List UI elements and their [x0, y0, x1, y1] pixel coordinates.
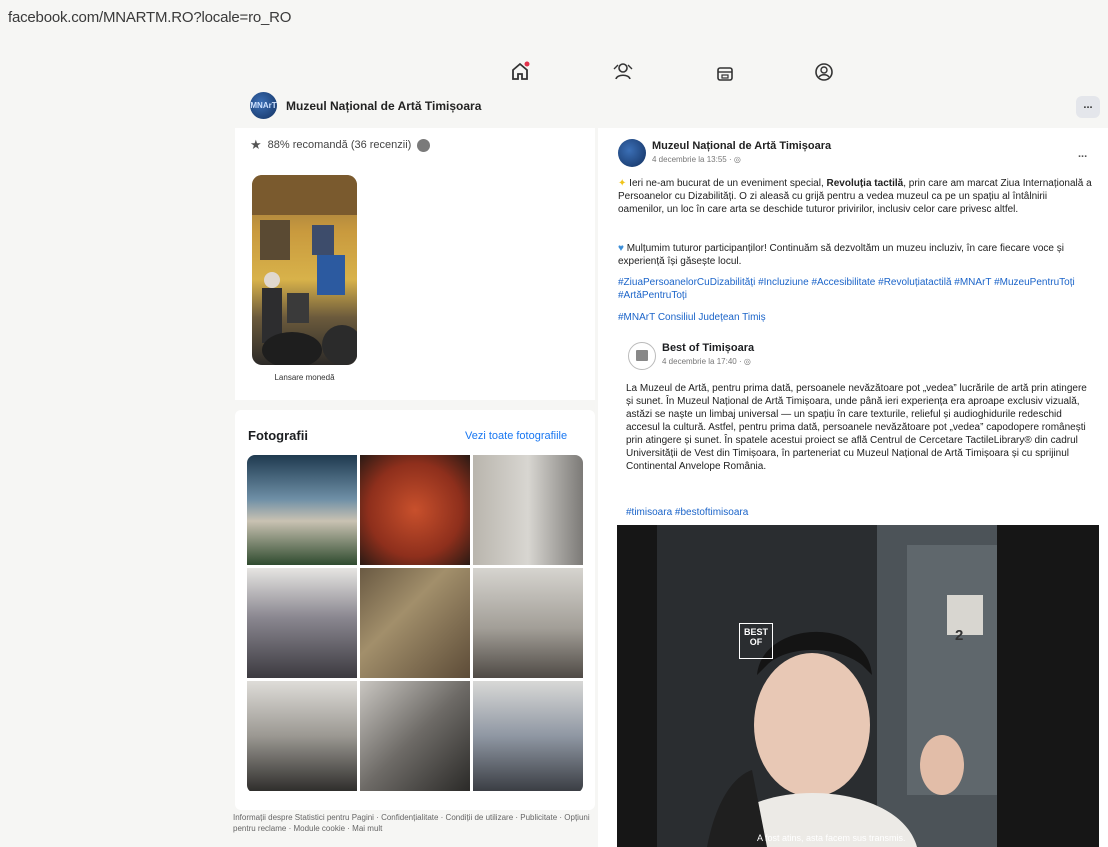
post-author-avatar[interactable]: [618, 139, 646, 167]
photo-tile[interactable]: [247, 568, 357, 678]
photo-tile[interactable]: [360, 568, 470, 678]
post-hashtags-2[interactable]: #MNArT Consiliul Județean Timiș: [618, 311, 1078, 324]
sparkle-icon: ✦: [618, 178, 630, 189]
shared-author-avatar[interactable]: [628, 342, 656, 370]
post-hashtags[interactable]: #ZiuaPersoanelorCuDizabilități #Incluziu…: [618, 276, 1078, 302]
star-icon: ★: [250, 137, 262, 152]
post-author[interactable]: Muzeul Național de Artă Timișoara: [652, 140, 831, 152]
album-cover[interactable]: [252, 175, 357, 365]
photo-grid: [247, 455, 583, 793]
top-navigation: [0, 58, 1108, 82]
rating-row: ★ 88% recomandă (36 recenzii): [250, 137, 431, 153]
rating-text[interactable]: 88% recomandă (36 recenzii): [268, 139, 412, 151]
photos-title: Fotografii: [248, 428, 308, 443]
more-options-button[interactable]: ...: [1076, 96, 1100, 118]
photo-tile[interactable]: [473, 455, 583, 565]
post-date[interactable]: 4 decembrie la 13:55 · ◎: [652, 155, 741, 164]
post-more-button[interactable]: ...: [1078, 148, 1087, 160]
photo-tile[interactable]: [473, 568, 583, 678]
shared-body: La Muzeul de Artă, pentru prima dată, pe…: [626, 383, 1087, 472]
home-icon[interactable]: [509, 60, 531, 82]
info-icon[interactable]: [417, 138, 431, 152]
see-all-photos-link[interactable]: Vezi toate fotografiile: [465, 430, 567, 442]
page-title[interactable]: Muzeul Național de Artă Timișoara: [286, 99, 481, 113]
video-subtitle: A fost atins, asta facem sus transmis.: [757, 833, 906, 843]
video-frame: [617, 525, 1099, 847]
photo-tile[interactable]: [247, 455, 357, 565]
photo-tile[interactable]: [473, 681, 583, 791]
album-photo: [252, 175, 357, 365]
post-paragraph-2: ♥ Mulțumim tuturor participanților! Cont…: [618, 243, 1064, 267]
room-number-sign: 2: [955, 627, 964, 644]
friends-icon[interactable]: [612, 60, 634, 82]
photo-tile[interactable]: [360, 681, 470, 791]
photo-tile[interactable]: [360, 455, 470, 565]
shared-date[interactable]: 4 decembrie la 17:40 · ◎: [662, 357, 751, 366]
marketplace-icon[interactable]: [714, 61, 736, 83]
best-of-logo: BEST OF: [739, 623, 773, 659]
post-paragraph-1: ✦ Ieri ne-am bucurat de un eveniment spe…: [618, 178, 1092, 215]
page-logo[interactable]: MNArT: [250, 92, 277, 119]
photo-tile[interactable]: [247, 681, 357, 791]
album-caption: Lansare monedă: [274, 373, 335, 382]
page-header: MNArT Muzeul Național de Artă Timișoara: [250, 92, 600, 122]
globe-icon: ◎: [743, 357, 751, 366]
globe-icon: ◎: [733, 155, 741, 164]
shared-author[interactable]: Best of Timișoara: [662, 342, 754, 354]
profile-icon[interactable]: [813, 61, 835, 83]
footer-links[interactable]: Informații despre Statistici pentru Pagi…: [233, 812, 593, 834]
post-video[interactable]: BEST OF 2 A fost atins, asta facem sus t…: [617, 525, 1099, 847]
heart-icon: ♥: [618, 243, 627, 254]
browser-url[interactable]: facebook.com/MNARTM.RO?locale=ro_RO: [8, 9, 291, 26]
shared-hashtags[interactable]: #timisoara #bestoftimisoara: [626, 506, 1026, 519]
